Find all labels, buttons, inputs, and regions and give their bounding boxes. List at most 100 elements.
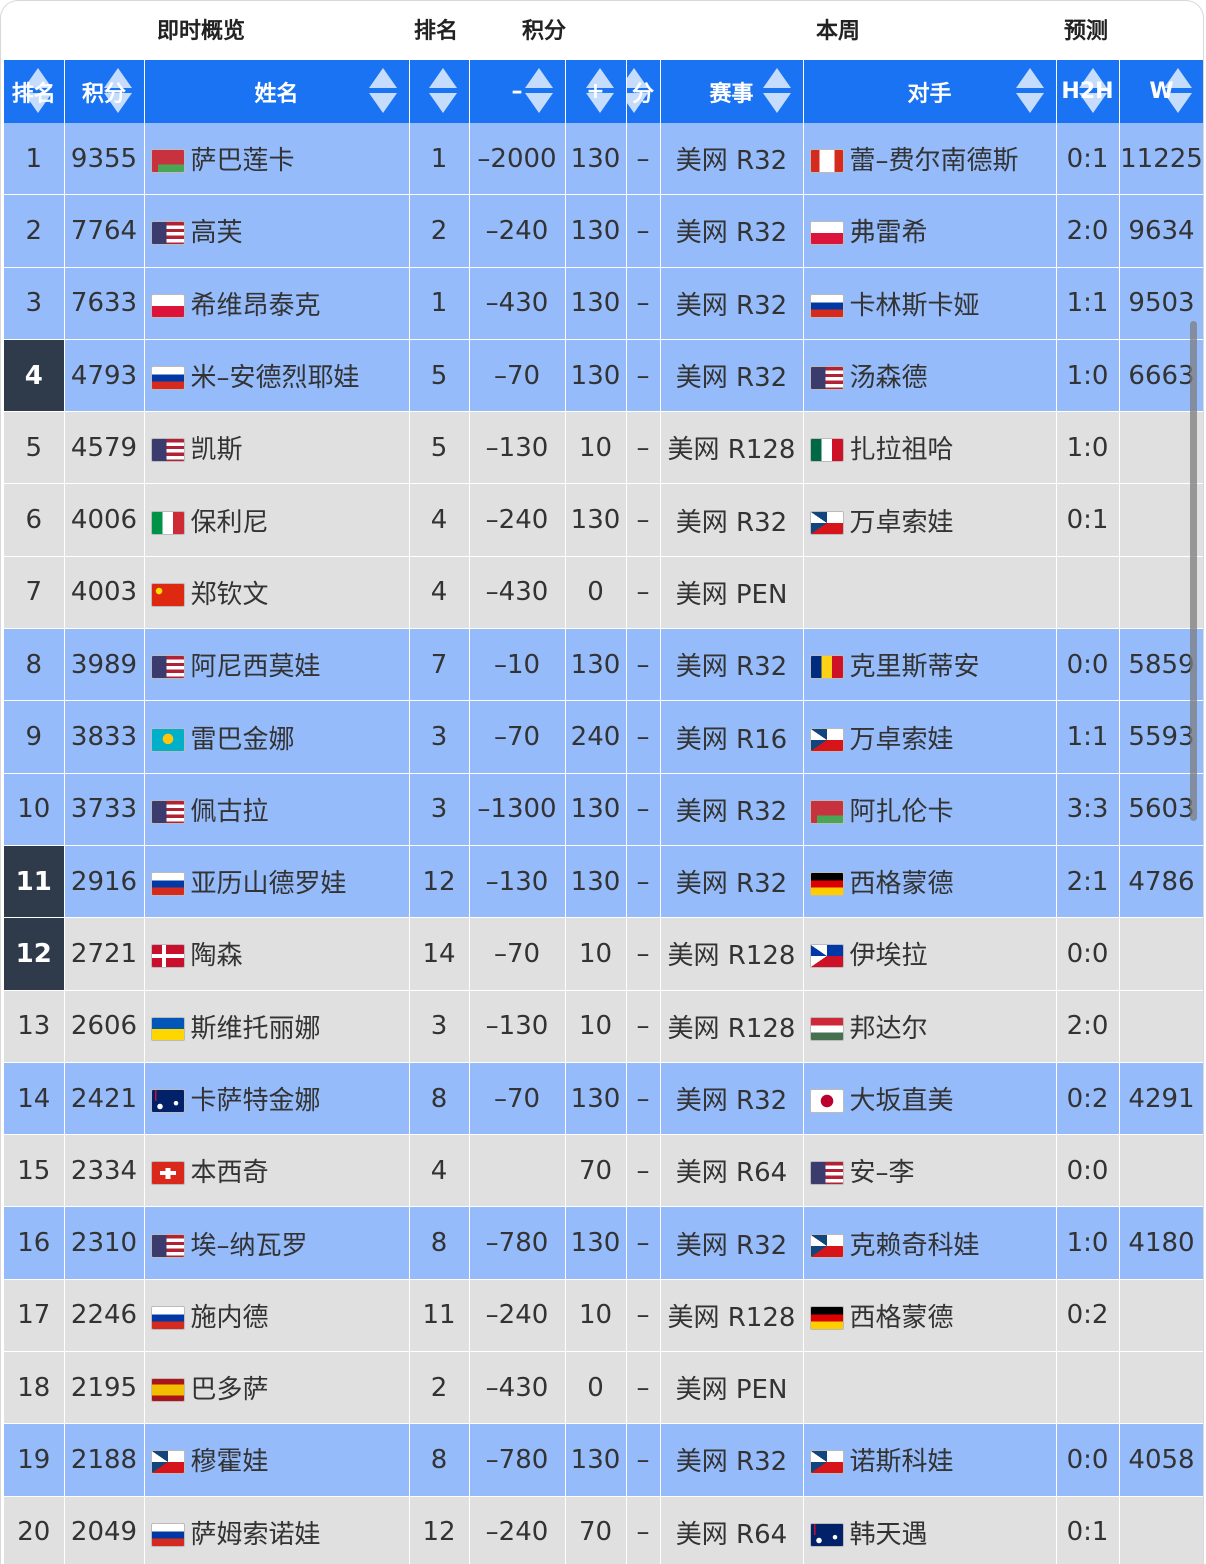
column-header-points[interactable]: 积分 xyxy=(64,60,145,123)
table-row[interactable]: 7 4003 郑钦文 4 –430 0– 美网 PEN xyxy=(4,556,1203,630)
column-header-opponent[interactable]: 对手 xyxy=(803,60,1057,123)
opponent-name: 大坂直美 xyxy=(849,1086,954,1116)
cell-best-rank: 5 xyxy=(409,339,470,413)
cell-w xyxy=(1119,1279,1203,1353)
cell-fen: – xyxy=(626,411,661,485)
player-name: 亚历山德罗娃 xyxy=(190,869,347,900)
table-row[interactable]: 11 2916 亚历山德罗娃 12 –130 130– 美网 R32 西格蒙德 2:1 4786 xyxy=(4,845,1203,919)
sort-arrows-icon[interactable] xyxy=(368,68,397,114)
column-header-fen[interactable]: 分 xyxy=(626,60,661,123)
cell-name: 卡萨特金娜 xyxy=(144,1062,410,1136)
table-row[interactable]: 2 7764 高芙 2 –240 130– 美网 R32 弗雷希 2:0 9634 xyxy=(4,194,1203,268)
cell-event: 美网 PEN xyxy=(660,1351,804,1425)
cell-rank: 2 xyxy=(4,194,65,268)
column-header-event[interactable]: 赛事 xyxy=(660,60,804,123)
cell-opponent xyxy=(803,1351,1057,1425)
cell-name: 郑钦文 xyxy=(144,556,410,630)
table-row[interactable]: 9 3833 雷巴金娜 3 –70 240– 美网 R16 万卓索娃 1:1 5593 xyxy=(4,700,1203,774)
sort-arrows-icon[interactable] xyxy=(524,68,553,114)
usa-flag-icon xyxy=(809,1161,844,1186)
table-row[interactable]: 8 3989 阿尼西莫娃 7 –10 130– 美网 R32 克里斯蒂安 0:0 5859 xyxy=(4,628,1203,702)
column-header-h2h[interactable]: H2H xyxy=(1056,60,1120,123)
sort-arrows-icon[interactable] xyxy=(1015,68,1044,114)
cell-opponent: 阿扎伦卡 xyxy=(803,773,1057,846)
table-row[interactable]: 16 2310 埃–纳瓦罗 8 –780 130– 美网 R32 克赖奇科娃 1:0 4180 xyxy=(4,1206,1203,1280)
cell-minus: –430 xyxy=(469,267,566,340)
cell-event: 美网 R32 xyxy=(660,194,804,268)
column-header-minus[interactable]: – xyxy=(469,60,566,123)
usa-flag-icon xyxy=(150,221,185,246)
cell-points: 2049 xyxy=(64,1496,145,1564)
sort-descending-icon[interactable] xyxy=(428,93,457,113)
cell-h2h: 3:3 xyxy=(1056,773,1120,846)
sort-ascending-icon[interactable] xyxy=(524,68,553,88)
cell-fen: – xyxy=(626,845,661,919)
sort-descending-icon[interactable] xyxy=(1015,93,1044,113)
table-row[interactable]: 10 3733 佩古拉 3 –1300 130– 美网 R32 阿扎伦卡 3:3 5603 xyxy=(4,773,1203,846)
russia-flag-icon xyxy=(150,366,185,391)
cell-plus: 10 xyxy=(565,990,627,1063)
opponent-name: 克赖奇科娃 xyxy=(849,1230,980,1261)
cell-minus: –130 xyxy=(469,990,566,1063)
column-header-plus[interactable]: + xyxy=(565,60,627,123)
cell-points: 3733 xyxy=(64,773,145,846)
table-row[interactable]: 17 2246 施内德 11 –240 10– 美网 R128 西格蒙德 0:2 xyxy=(4,1279,1203,1353)
cell-event: 美网 R32 xyxy=(660,1206,804,1280)
column-header-best-rank[interactable] xyxy=(409,60,470,123)
column-header-rank[interactable]: 排名 xyxy=(4,60,65,123)
column-header-w[interactable]: W xyxy=(1119,60,1203,123)
table-row[interactable]: 4 4793 米–安德烈耶娃 5 –70 130– 美网 R32 汤森德 1:0 6663 xyxy=(4,339,1203,413)
vertical-scrollbar[interactable] xyxy=(1190,321,1197,821)
cell-fen: – xyxy=(626,1351,661,1425)
cell-h2h: 2:0 xyxy=(1056,990,1120,1063)
group-points: 积分 xyxy=(522,19,567,44)
sort-ascending-icon[interactable] xyxy=(368,68,397,88)
table-row[interactable]: 6 4006 保利尼 4 –240 130– 美网 R32 万卓索娃 0:1 xyxy=(4,483,1203,557)
table-row[interactable]: 19 2188 穆霍娃 8 –780 130– 美网 R32 诺斯科娃 0:0 4058 xyxy=(4,1423,1203,1497)
sort-ascending-icon[interactable] xyxy=(762,68,791,88)
cell-minus: –240 xyxy=(469,1496,566,1564)
sort-descending-icon[interactable] xyxy=(524,93,553,113)
cell-fen: – xyxy=(626,123,661,196)
cell-h2h xyxy=(1056,556,1120,630)
germany-flag-icon xyxy=(809,1305,844,1330)
cell-opponent: 卡林斯卡娅 xyxy=(803,267,1057,340)
sort-descending-icon[interactable] xyxy=(368,93,397,113)
australia-flag-icon xyxy=(809,1522,844,1547)
table-row[interactable]: 15 2334 本西奇 4 70– 美网 R64 安–李 0:0 xyxy=(4,1134,1203,1208)
cell-event: 美网 R64 xyxy=(660,1134,804,1208)
table-row[interactable]: 3 7633 希维昂泰克 1 –430 130– 美网 R32 卡林斯卡娅 1:1 9503 xyxy=(4,267,1203,340)
column-header-name[interactable]: 姓名 xyxy=(144,60,410,123)
cell-points: 2188 xyxy=(64,1423,145,1497)
cell-plus: 130 xyxy=(565,339,627,413)
sort-arrows-icon[interactable] xyxy=(762,68,791,114)
cell-points: 4006 xyxy=(64,483,145,557)
cell-fen: – xyxy=(626,194,661,268)
table-row[interactable]: 1 9355 萨巴莲卡 1 –2000 130– 美网 R32 蕾–费尔南德斯 0:1 11225 xyxy=(4,123,1203,196)
cell-h2h: 2:1 xyxy=(1056,845,1120,919)
table-row[interactable]: 5 4579 凯斯 5 –130 10– 美网 R128 扎拉祖哈 1:0 xyxy=(4,411,1203,485)
table-row[interactable]: 12 2721 陶森 14 –70 10– 美网 R128 伊埃拉 0:0 xyxy=(4,917,1203,991)
sort-ascending-icon[interactable] xyxy=(428,68,457,88)
cell-points: 2606 xyxy=(64,990,145,1063)
opponent-name: 万卓索娃 xyxy=(849,507,954,538)
cell-rank: 5 xyxy=(4,411,65,485)
table-row[interactable]: 18 2195 巴多萨 2 –430 0– 美网 PEN xyxy=(4,1351,1203,1425)
table-row[interactable]: 13 2606 斯维托丽娜 3 –130 10– 美网 R128 邦达尔 2:0 xyxy=(4,990,1203,1063)
sort-ascending-icon[interactable] xyxy=(1015,68,1044,88)
table-row[interactable]: 14 2421 卡萨特金娜 8 –70 130– 美网 R32 大坂直美 0:2 4291 xyxy=(4,1062,1203,1136)
cell-w xyxy=(1119,1134,1203,1208)
cell-fen: – xyxy=(626,1496,661,1564)
player-name: 本西奇 xyxy=(190,1158,269,1189)
sort-arrows-icon[interactable] xyxy=(428,68,457,114)
cell-name: 高芙 xyxy=(144,194,410,268)
column-header-label: 分 xyxy=(631,81,654,107)
cell-rank: 12 xyxy=(4,917,65,991)
switzerland-flag-icon xyxy=(150,1161,185,1186)
player-name: 斯维托丽娜 xyxy=(190,1013,321,1044)
cell-best-rank: 1 xyxy=(409,123,470,196)
sort-descending-icon[interactable] xyxy=(762,93,791,113)
opponent-name: 西格蒙德 xyxy=(849,869,954,900)
kazakhstan-flag-icon xyxy=(150,727,185,752)
table-row[interactable]: 20 2049 萨姆索诺娃 12 –240 70– 美网 R64 韩天遇 0:1 xyxy=(4,1496,1203,1564)
